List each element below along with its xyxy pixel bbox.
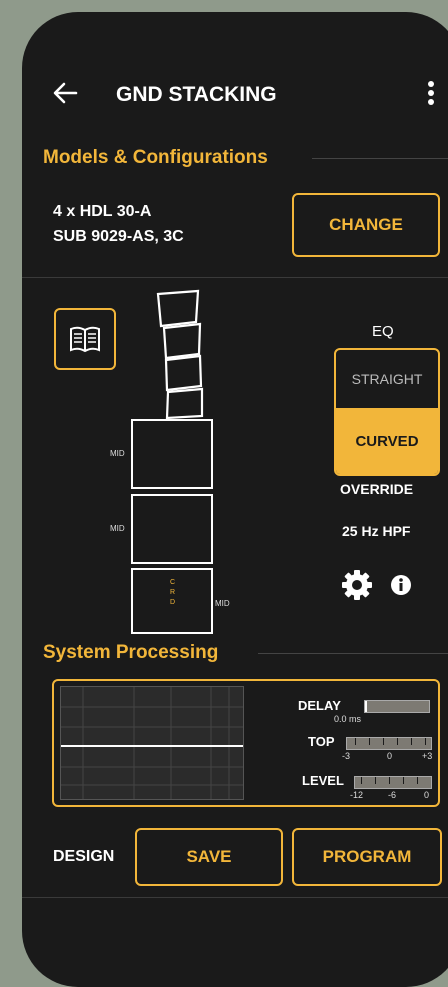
mid-label-3: MID xyxy=(215,599,230,608)
crd-letter-c: C xyxy=(170,579,176,586)
meter-tick xyxy=(425,738,426,745)
more-menu-button[interactable] xyxy=(426,78,440,112)
info-icon xyxy=(391,575,411,595)
eq-toggle[interactable]: STRAIGHT CURVED xyxy=(334,348,440,476)
crd-letter-r: R xyxy=(170,589,176,596)
meter-tick xyxy=(375,777,376,784)
app-screen: GND STACKING Models & Configurations 4 x… xyxy=(22,12,448,987)
hpf-label[interactable]: 25 Hz HPF xyxy=(342,523,410,539)
change-button[interactable]: CHANGE xyxy=(292,193,440,257)
models-section-title: Models & Configurations xyxy=(43,147,268,168)
divider-line xyxy=(22,897,448,898)
gear-icon xyxy=(342,570,372,600)
processing-section-title: System Processing xyxy=(43,642,219,663)
level-label: LEVEL xyxy=(302,773,344,788)
eq-title: EQ xyxy=(372,323,394,340)
manual-book-icon xyxy=(70,326,100,353)
arrow-left-icon xyxy=(53,82,78,104)
speaker-top-4 xyxy=(165,387,204,420)
level-scale-max: 0 xyxy=(424,790,430,800)
section-divider xyxy=(312,158,448,159)
top-scale-mid: 0 xyxy=(387,751,393,761)
response-graph[interactable] xyxy=(60,686,244,800)
sub-speaker-1 xyxy=(131,419,213,489)
top-speakers-array xyxy=(156,289,204,420)
model-line-1: 4 x HDL 30-A xyxy=(53,203,152,220)
meter-tick xyxy=(389,777,390,784)
program-button[interactable]: PROGRAM xyxy=(292,828,442,886)
eq-option-curved[interactable]: CURVED xyxy=(336,408,438,474)
save-button[interactable]: SAVE xyxy=(135,828,283,886)
sub-speaker-2 xyxy=(131,494,213,564)
delay-meter[interactable] xyxy=(364,700,430,713)
level-scale-min: -12 xyxy=(350,790,364,800)
speaker-top-2 xyxy=(162,322,202,360)
info-button[interactable] xyxy=(390,574,412,596)
speaker-top-3 xyxy=(164,354,203,392)
eq-option-straight[interactable]: STRAIGHT xyxy=(336,350,438,408)
top-scale-min: -3 xyxy=(342,751,351,761)
delay-label: DELAY xyxy=(298,698,341,713)
meter-tick xyxy=(355,738,356,745)
design-label: DESIGN xyxy=(53,848,115,865)
meter-tick xyxy=(383,738,384,745)
page-title: GND STACKING xyxy=(116,83,277,106)
top-label: TOP xyxy=(308,734,335,749)
crd-label: C R D xyxy=(170,578,175,608)
top-meter[interactable] xyxy=(346,737,432,750)
back-button[interactable] xyxy=(52,80,82,110)
graph-grid xyxy=(61,687,243,799)
speaker-top-1 xyxy=(156,289,200,328)
manual-button[interactable] xyxy=(54,308,116,370)
top-scale-max: +3 xyxy=(422,751,433,761)
divider-line xyxy=(22,277,448,278)
meter-tick xyxy=(369,738,370,745)
crd-letter-d: D xyxy=(170,599,176,606)
meter-tick xyxy=(417,777,418,784)
meter-tick xyxy=(403,777,404,784)
override-label[interactable]: OVERRIDE xyxy=(340,481,413,497)
section-divider xyxy=(258,653,448,654)
delay-value: 0.0 ms xyxy=(334,714,362,724)
settings-button[interactable] xyxy=(340,568,374,602)
meter-tick xyxy=(397,738,398,745)
level-scale-mid: -6 xyxy=(388,790,397,800)
kebab-menu-icon xyxy=(428,81,434,105)
delay-meter-start xyxy=(365,701,367,712)
processing-panel[interactable]: DELAY 0.0 ms TOP -3 0 +3 LEVEL -12 -6 0 xyxy=(52,679,440,807)
meter-tick xyxy=(361,777,362,784)
mid-label-1: MID xyxy=(110,449,125,458)
meter-tick xyxy=(411,738,412,745)
level-meter[interactable] xyxy=(354,776,432,789)
mid-label-2: MID xyxy=(110,524,125,533)
model-line-2: SUB 9029-AS, 3C xyxy=(53,228,184,245)
